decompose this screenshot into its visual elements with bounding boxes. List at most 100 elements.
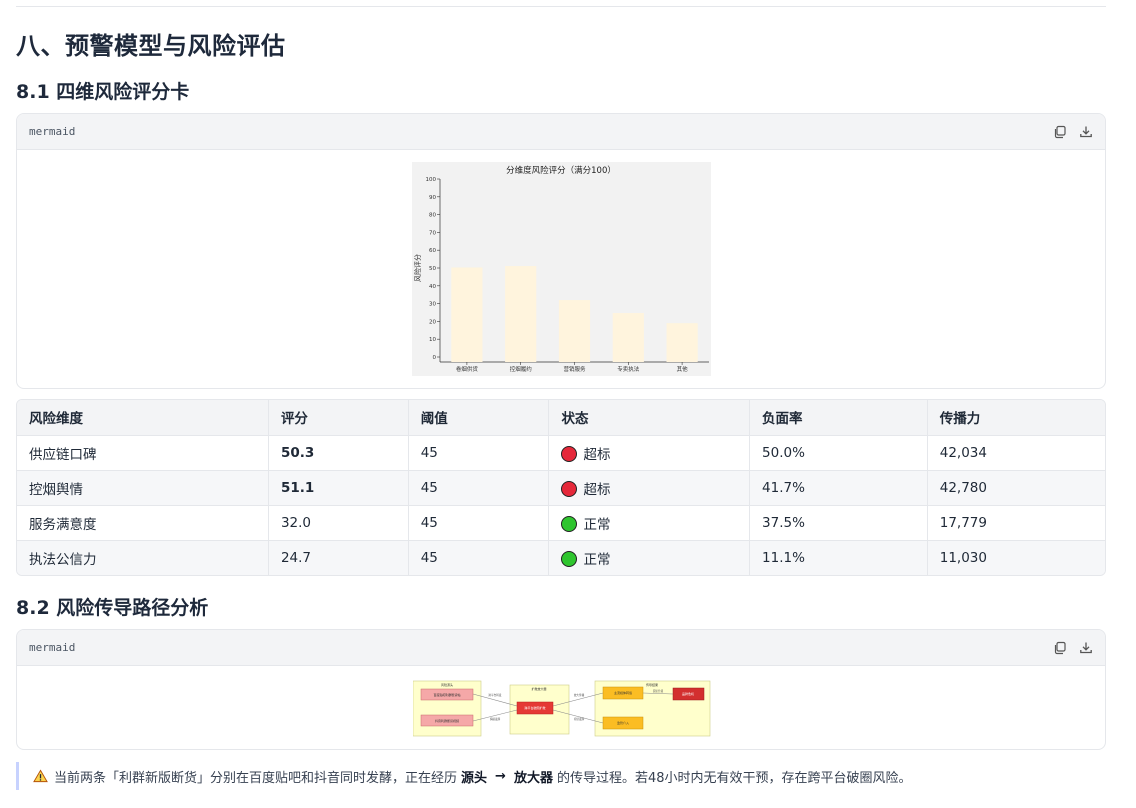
chart-y-tick-label: 20 — [429, 319, 436, 325]
cell-negative-rate: 50.0% — [749, 435, 928, 471]
status-green-dot-icon — [561, 515, 578, 532]
table-row: 供应链口碑 50.3 45 超标 50.0% 42,034 — [17, 435, 1105, 471]
propagation-flow-diagram: 风险源头 扩散放大器 传导结果 跨平台转发 情绪发酵 放大传播 持续发酵 舆论升… — [412, 679, 711, 738]
table-row: 执法公信力 24.7 45 正常 11.1% 11,030 — [17, 540, 1105, 575]
cell-threshold: 45 — [408, 505, 550, 541]
status-text: 正常 — [583, 516, 611, 533]
cell-status: 正常 — [548, 540, 751, 575]
chart-y-tick-label: 50 — [429, 266, 436, 272]
flow-node-label: 抖音利群断货视频 — [435, 718, 459, 723]
chart-y-tick-label: 70 — [429, 230, 436, 236]
cell-dimension: 控烟舆情 — [17, 470, 269, 506]
subsection-title-scorecard: 8.1 四维风险评分卡 — [16, 81, 190, 103]
flow-group-result-label: 传导结果 — [646, 682, 658, 687]
chart-bar — [558, 300, 591, 362]
chart-y-tick-label: 100 — [426, 177, 437, 183]
chart-y-tick-label: 90 — [429, 195, 436, 201]
top-divider — [16, 6, 1106, 7]
status-text: 正常 — [583, 551, 611, 568]
column-header-threshold: 阈值 — [408, 400, 550, 436]
code-header: mermaid — [17, 630, 1105, 666]
status-green-dot-icon — [561, 550, 578, 567]
chart-y-tick-label: 40 — [429, 284, 436, 290]
flow-edge-label: 跨平台转发 — [489, 693, 502, 697]
flow-group-amplifier-label: 扩散放大器 — [531, 686, 546, 691]
callout-bold-amplifier: 放大器 — [513, 770, 553, 786]
mermaid-card-propagation: mermaid 风险源头 扩散放大器 传导结果 跨平台转发 情绪发酵 放大传播 … — [16, 629, 1106, 750]
flow-edge-label: 持续发酵 — [574, 717, 585, 721]
cell-score: 50.3 — [268, 435, 409, 471]
flow-edge-label: 情绪发酵 — [490, 717, 501, 721]
chart-bar — [451, 267, 483, 362]
cell-dimension: 服务满意度 — [17, 505, 269, 541]
chart-x-tick-label: 控烟履约 — [510, 365, 533, 373]
chart-y-tick-label: 60 — [429, 248, 436, 254]
download-icon[interactable] — [1079, 641, 1093, 655]
cell-negative-rate: 37.5% — [749, 505, 928, 541]
chart-y-tick-label: 10 — [429, 337, 436, 343]
flow-node-label: 监管介入 — [617, 720, 629, 725]
cell-spread: 11,030 — [927, 540, 1105, 575]
code-header: mermaid — [17, 114, 1105, 150]
column-header-dimension: 风险维度 — [17, 400, 269, 436]
risk-scorecard-table: 风险维度 评分 阈值 状态 负面率 传播力 供应链口碑 50.3 45 超标 5… — [16, 399, 1106, 576]
flow-node-label: 主流媒体转载 — [614, 690, 632, 695]
column-header-score: 评分 — [268, 400, 409, 436]
warning-callout: 当前两条「利群新版断货」分别在百度贴吧和抖音同时发酵，正在经历 源头 → 放大器… — [16, 762, 1106, 790]
copy-icon[interactable] — [1053, 125, 1067, 139]
chart-y-tick-label: 80 — [429, 213, 436, 219]
column-header-spread: 传播力 — [927, 400, 1105, 436]
chart-x-tick-label: 卷烟供货 — [456, 365, 479, 373]
table-row: 控烟舆情 51.1 45 超标 41.7% 42,780 — [17, 470, 1105, 506]
flow-edge-label: 舆论升级 — [653, 689, 664, 693]
status-red-dot-icon — [561, 445, 578, 462]
chart-x-tick-label: 营销服务 — [563, 365, 586, 373]
chart-svg: 分维度风险评分（满分100） 风险评分 0 10 20 30 40 50 60 70 80 90 1… — [413, 165, 709, 373]
cell-dimension: 供应链口碑 — [17, 435, 269, 471]
chart-y-axis-label: 风险评分 — [413, 254, 422, 282]
mermaid-card-scorecard: mermaid 分维度风险评分（满分100） 风险评分 0 10 20 30 40 50 6… — [16, 113, 1106, 389]
cell-threshold: 45 — [408, 540, 550, 575]
chart-bar — [666, 323, 698, 362]
status-text: 超标 — [583, 446, 611, 463]
download-icon[interactable] — [1079, 125, 1093, 139]
warning-icon — [33, 769, 48, 783]
chart-y-tick-label: 0 — [433, 355, 437, 361]
status-red-dot-icon — [561, 480, 578, 497]
flow-group-source-label: 风险源头 — [441, 682, 453, 687]
chart-x-tick-label: 专卖执法 — [617, 365, 640, 373]
cell-negative-rate: 11.1% — [749, 540, 928, 575]
table-row: 服务满意度 32.0 45 正常 37.5% 17,779 — [17, 505, 1105, 541]
column-header-negative-rate: 负面率 — [749, 400, 928, 436]
cell-spread: 42,780 — [927, 470, 1105, 506]
column-header-status: 状态 — [548, 400, 751, 436]
flow-edge-label: 放大传播 — [574, 693, 585, 697]
flow-node-label: 跨平台破圈扩散 — [524, 705, 545, 710]
flow-svg: 风险源头 扩散放大器 传导结果 跨平台转发 情绪发酵 放大传播 持续发酵 舆论升… — [412, 680, 711, 737]
cell-score: 51.1 — [268, 470, 409, 506]
cell-status: 超标 — [548, 435, 751, 471]
copy-icon[interactable] — [1053, 641, 1067, 655]
callout-bold-source: 源头 — [461, 770, 488, 786]
chart-title: 分维度风险评分（满分100） — [506, 165, 616, 176]
cell-dimension: 执法公信力 — [17, 540, 269, 575]
section-title: 八、预警模型与风险评估 — [16, 32, 286, 60]
callout-text-before: 当前两条「利群新版断货」分别在百度贴吧和抖音同时发酵，正在经历 — [54, 770, 458, 786]
chart-bar — [505, 266, 537, 362]
callout-text-after: 的传导过程。若48小时内无有效干预，存在跨平台破圈风险。 — [556, 770, 912, 786]
callout-arrow: → — [495, 768, 506, 784]
cell-score: 32.0 — [268, 505, 409, 541]
cell-status: 超标 — [548, 470, 751, 506]
risk-score-chart: 分维度风险评分（满分100） 风险评分 0 10 20 30 40 50 60 70 80 90 1… — [412, 162, 711, 376]
chart-x-tick-label: 其他 — [677, 365, 689, 373]
cell-status: 正常 — [548, 505, 751, 541]
code-language-label: mermaid — [29, 125, 76, 138]
table-header-row: 风险维度 评分 阈值 状态 负面率 传播力 — [17, 400, 1105, 436]
cell-threshold: 45 — [408, 435, 550, 471]
flow-node-label: 百度贴吧利群断货帖 — [433, 692, 460, 697]
chart-y-tick-label: 30 — [429, 302, 436, 308]
status-text: 超标 — [583, 481, 611, 498]
cell-spread: 17,779 — [927, 505, 1105, 541]
cell-threshold: 45 — [408, 470, 550, 506]
code-language-label: mermaid — [29, 641, 76, 654]
